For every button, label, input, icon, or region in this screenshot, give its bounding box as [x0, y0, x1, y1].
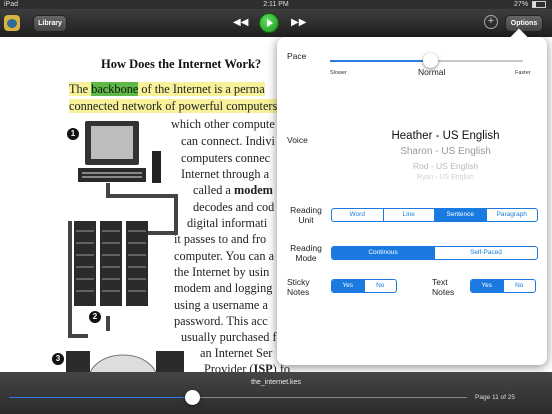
top-toolbar: Library ◀◀ ▶▶ + Options [0, 9, 552, 37]
text-line[interactable]: Internet through a [181, 167, 269, 182]
current-word: backbone [91, 82, 139, 96]
text-line[interactable]: the Internet by usin [174, 265, 269, 280]
reading-mode-continuous[interactable]: Continous [332, 247, 435, 259]
reading-unit-paragraph[interactable]: Paragraph [487, 209, 538, 221]
status-bar: iPad 2:11 PM 27% [0, 0, 552, 9]
text-line[interactable]: can connect. Indivi [181, 134, 275, 149]
reading-mode-label: Reading Mode [290, 243, 322, 263]
text-fragment: Provider ( [204, 362, 254, 372]
add-note-icon[interactable]: + [484, 15, 498, 29]
reading-mode-self-paced[interactable]: Self-Paced [435, 247, 537, 259]
text-notes-no[interactable]: No [504, 280, 536, 292]
figure-marker-1: 1 [67, 128, 79, 140]
text-notes-toggle[interactable]: Yes No [470, 279, 536, 293]
sticky-notes-yes[interactable]: Yes [332, 280, 365, 292]
text-line[interactable]: computer. You can a [174, 249, 274, 264]
text-line[interactable]: Provider (ISP) fo [204, 362, 290, 372]
glossary-term-modem[interactable]: modem [234, 183, 273, 197]
pace-slider[interactable] [330, 53, 523, 68]
pace-faster-label: Faster [515, 70, 531, 76]
text-line[interactable]: usually purchased f [181, 330, 277, 345]
figure-marker-3: 3 [52, 353, 64, 365]
play-button[interactable] [259, 13, 279, 33]
fast-forward-icon[interactable]: ▶▶ [291, 15, 306, 31]
page-scrubber-progress [9, 397, 193, 398]
highlighted-text: of the Internet is a perma [138, 82, 265, 96]
app-logo-icon[interactable] [4, 15, 20, 31]
clock: 2:11 PM [263, 1, 289, 8]
text-line[interactable]: computers connec [181, 151, 270, 166]
internet-diagram-illustration [66, 121, 184, 372]
reading-unit-sentence[interactable]: Sentence [435, 209, 487, 221]
page-title: How Does the Internet Work? [101, 57, 262, 71]
reading-unit-label: Reading Unit [290, 205, 322, 225]
text-line[interactable]: an Internet Ser [200, 346, 272, 361]
text-line[interactable]: digital informati [187, 216, 267, 231]
voice-picker[interactable]: Heather - US English Sharon - US English… [353, 129, 538, 181]
text-line[interactable]: password. This acc [174, 314, 268, 329]
highlighted-text: connected network of powerful computers [69, 99, 278, 113]
battery-icon [532, 0, 546, 8]
reading-unit-segmented-control[interactable]: Word Line Sentence Paragraph [331, 208, 538, 222]
text-line[interactable]: The backbone of the Internet is a perma [69, 82, 265, 97]
rewind-icon[interactable]: ◀◀ [233, 15, 248, 31]
text-line[interactable]: decodes and cod [193, 200, 274, 215]
voice-option-selected[interactable]: Heather - US English [353, 129, 538, 144]
bottom-navigation-bar: the_internet.kes Page 11 of 25 [0, 372, 552, 414]
highlighted-text: The [69, 82, 92, 96]
page-indicator: Page 11 of 25 [475, 394, 515, 401]
options-popover: Pace Slower Normal Faster Voice Heather … [277, 28, 547, 365]
pace-label: Pace [287, 51, 307, 61]
text-line[interactable]: connected network of powerful computers [69, 99, 278, 114]
pace-slider-track [430, 60, 523, 62]
text-fragment: called a [193, 183, 234, 197]
figure-marker-2: 2 [89, 311, 101, 323]
voice-option[interactable]: Rod - US English [353, 159, 538, 174]
library-button[interactable]: Library [33, 15, 67, 32]
text-line[interactable]: called a modem [193, 183, 273, 198]
battery-percent: 27% [514, 1, 529, 8]
text-line[interactable]: modem and logging [174, 281, 272, 296]
battery-indicator: 27% [514, 0, 546, 9]
page-scrubber-thumb[interactable] [184, 390, 200, 405]
glossary-term-isp[interactable]: ISP [254, 362, 273, 372]
voice-label: Voice [287, 135, 308, 145]
sticky-notes-label: Sticky Notes [287, 277, 310, 297]
pace-slider-thumb[interactable] [422, 53, 438, 68]
pace-normal-label: Normal [418, 67, 446, 77]
text-line[interactable]: using a username a [174, 298, 268, 313]
options-button[interactable]: Options [505, 15, 543, 32]
file-name: the_internet.kes [251, 379, 301, 386]
reading-mode-segmented-control[interactable]: Continous Self-Paced [331, 246, 538, 260]
text-notes-label: Text Notes [432, 277, 455, 297]
reading-unit-line[interactable]: Line [384, 209, 435, 221]
text-notes-yes[interactable]: Yes [471, 280, 504, 292]
voice-option[interactable]: Ryan - US English [353, 174, 538, 181]
sticky-notes-toggle[interactable]: Yes No [331, 279, 397, 293]
reading-unit-word[interactable]: Word [332, 209, 384, 221]
pace-slower-label: Slower [330, 70, 347, 76]
voice-option[interactable]: Sharon - US English [353, 144, 538, 159]
sticky-notes-no[interactable]: No [365, 280, 397, 292]
